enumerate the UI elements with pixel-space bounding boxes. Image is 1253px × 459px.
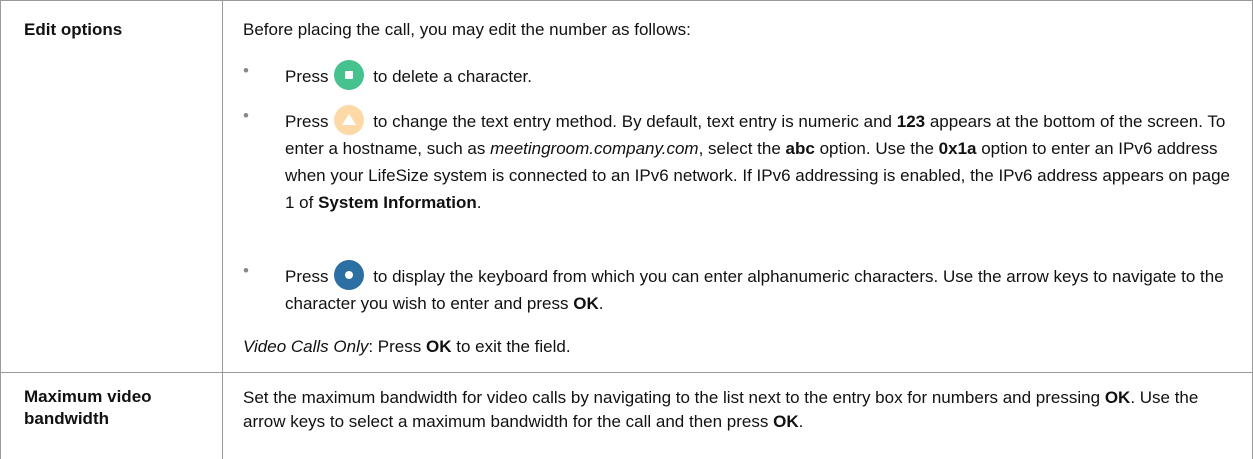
bullet-dot: • [243, 61, 249, 80]
table-border-left [0, 0, 1, 459]
bandwidth-description: Set the maximum bandwidth for video call… [243, 388, 1199, 431]
edit-options-footer: Video Calls Only: Press OK to exit the f… [243, 337, 571, 356]
green-square-button-icon [334, 60, 365, 90]
options-table: Edit options Before placing the call, yo… [0, 0, 1253, 459]
edit-options-intro: Before placing the call, you may edit th… [243, 20, 691, 39]
row-label-maximum-video-bandwidth: Maximum video bandwidth [24, 387, 152, 428]
blue-circle-button-icon [334, 260, 365, 290]
row-divider [0, 372, 1253, 373]
amber-triangle-button-icon [334, 105, 365, 135]
column-divider [222, 0, 223, 459]
bullet-dot: • [243, 106, 249, 125]
row-label-edit-options: Edit options [24, 20, 123, 39]
bullet-dot: • [243, 261, 249, 280]
table-border-top [0, 0, 1253, 1]
